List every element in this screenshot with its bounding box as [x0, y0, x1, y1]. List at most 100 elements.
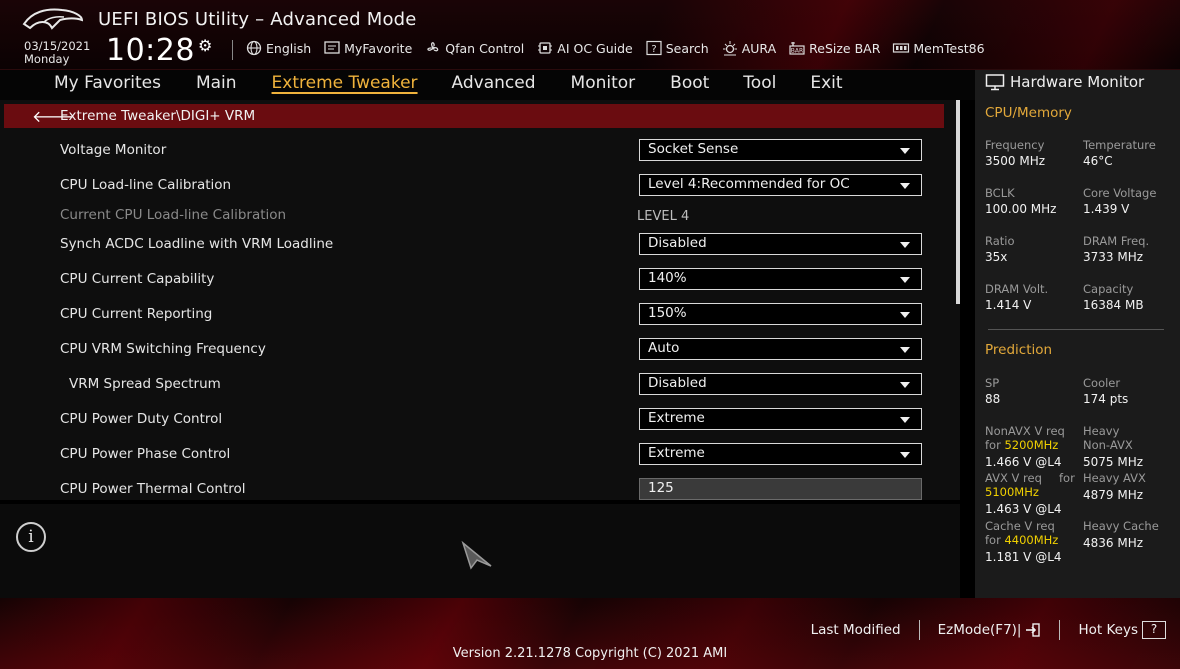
avx-frequency: 5100MHz	[985, 485, 1039, 499]
toolbar-qfan-button[interactable]: Qfan Control	[424, 40, 524, 56]
voltage-monitor-dropdown[interactable]: Socket Sense	[639, 139, 922, 161]
frequency-value: 3500 MHz	[985, 154, 1046, 168]
cache-vreq-value: 1.181 V @L4	[985, 550, 1062, 564]
heavy-avx-value: 4879 MHz	[1083, 488, 1144, 502]
power-thermal-control-input[interactable]: 125	[639, 478, 922, 500]
setting-label: CPU Power Phase Control	[60, 446, 231, 462]
settings-scrollbar[interactable]	[956, 100, 960, 304]
cpu-llc-dropdown[interactable]: Level 4:Recommended for OC	[639, 174, 922, 196]
cache-vreq-label: Cache V req	[985, 519, 1055, 533]
vrm-spread-spectrum-dropdown[interactable]: Disabled	[639, 373, 922, 395]
synch-acdc-dropdown[interactable]: Disabled	[639, 233, 922, 255]
cache-frequency: 4400MHz	[1004, 533, 1059, 547]
tab-exit[interactable]: Exit	[810, 70, 842, 100]
info-icon: i	[16, 522, 46, 552]
ezmode-label: EzMode(F7)|	[937, 622, 1022, 638]
toolbar-aura-button[interactable]: AURA	[721, 40, 776, 56]
bclk-value: 100.00 MHz	[985, 202, 1057, 216]
footer-bar: Last Modified EzMode(F7)| Hot Keys ? Ver…	[0, 598, 1180, 669]
nonavx-vreq-for-line: for 5200MHz	[985, 438, 1058, 452]
tab-extreme-tweaker[interactable]: Extreme Tweaker	[272, 70, 418, 100]
chevron-down-icon	[900, 417, 910, 423]
chevron-down-icon	[900, 382, 910, 388]
last-modified-button[interactable]: Last Modified	[793, 622, 919, 638]
breadcrumb-path: Extreme Tweaker\DIGI+ VRM	[60, 108, 256, 124]
chevron-down-icon	[900, 277, 910, 283]
back-arrow-icon[interactable]: 🡐	[32, 106, 75, 126]
cache-vreq-for-line: for 4400MHz	[985, 533, 1058, 547]
temperature-label: Temperature	[1083, 138, 1156, 152]
help-area: i	[0, 504, 960, 598]
hot-keys-label: Hot Keys	[1078, 622, 1138, 638]
toolbar-resize-bar-button[interactable]: BAR ReSize BAR	[788, 40, 880, 56]
cache-for-text: for	[985, 533, 1001, 547]
power-phase-control-dropdown[interactable]: Extreme	[639, 443, 922, 465]
toolbar-english-button[interactable]: English	[245, 40, 311, 56]
cooler-value: 174 pts	[1083, 392, 1129, 406]
breadcrumb: 🡐 Extreme Tweaker\DIGI+ VRM	[4, 104, 944, 128]
dropdown-value: Auto	[648, 340, 680, 356]
tab-boot[interactable]: Boot	[670, 70, 709, 100]
dropdown-value: Extreme	[648, 445, 705, 461]
heavy-avx-label: Heavy AVX	[1083, 471, 1146, 485]
toolbar-memtest-label: MemTest86	[913, 40, 985, 56]
dram-freq-label: DRAM Freq.	[1083, 234, 1150, 248]
tab-my-favorites[interactable]: My Favorites	[54, 70, 161, 100]
setting-label: VRM Spread Spectrum	[69, 376, 221, 392]
toolbar-aura-label: AURA	[741, 40, 777, 56]
setting-label: Synch ACDC Loadline with VRM Loadline	[60, 236, 334, 252]
toolbar-resize-bar-label: ReSize BAR	[809, 40, 881, 56]
setting-label: CPU VRM Switching Frequency	[60, 341, 266, 357]
tab-monitor[interactable]: Monitor	[571, 70, 636, 100]
setting-row-power-duty-control: CPU Power Duty Control Extreme	[0, 408, 940, 443]
dropdown-value: 140%	[648, 270, 687, 286]
heavy-cache-value: 4836 MHz	[1083, 536, 1144, 550]
dram-volt-label: DRAM Volt.	[985, 282, 1049, 296]
current-llc-value: LEVEL 4	[637, 209, 690, 224]
toolbar-memtest-button[interactable]: MemTest86	[892, 40, 985, 56]
ratio-label: Ratio	[985, 234, 1015, 248]
toolbar-qfan-label: Qfan Control	[445, 40, 525, 56]
setting-row-voltage-monitor: Voltage Monitor Socket Sense	[0, 139, 940, 174]
nonavx-for-text: for	[985, 438, 1001, 452]
setting-row-synch-acdc: Synch ACDC Loadline with VRM Loadline Di…	[0, 233, 940, 268]
clock-settings-gear-icon[interactable]: ⚙	[198, 36, 212, 55]
setting-row-vrm-spread-spectrum: VRM Spread Spectrum Disabled	[0, 373, 940, 408]
date-display: 03/15/2021 Monday	[24, 40, 90, 66]
svg-text:BAR: BAR	[791, 48, 803, 55]
hot-keys-button[interactable]: Hot Keys ?	[1060, 621, 1166, 639]
toolbar-search-button[interactable]: ? Search	[645, 40, 709, 56]
setting-row-cpu-current-capability: CPU Current Capability 140%	[0, 268, 940, 303]
toolbar-ai-oc-guide-button[interactable]: AI OC Guide	[536, 40, 633, 56]
tab-advanced[interactable]: Advanced	[452, 70, 536, 100]
cpu-current-capability-dropdown[interactable]: 140%	[639, 268, 922, 290]
tab-main[interactable]: Main	[196, 70, 237, 100]
nonavx-vreq-label: NonAVX V req	[985, 424, 1065, 438]
ezmode-button[interactable]: EzMode(F7)|	[920, 622, 1060, 638]
cooler-label: Cooler	[1083, 376, 1121, 390]
setting-row-vrm-switching-frequency: CPU VRM Switching Frequency Auto	[0, 338, 940, 373]
globe-icon	[246, 40, 262, 56]
version-text: Version 2.21.1278 Copyright (C) 2021 AMI	[452, 646, 728, 661]
sp-label: SP	[985, 376, 1000, 390]
capacity-value: 16384 MB	[1083, 298, 1144, 312]
resize-bar-icon: BAR	[789, 42, 805, 55]
cpu-current-reporting-dropdown[interactable]: 150%	[639, 303, 922, 325]
weekday-text: Monday	[24, 52, 70, 66]
help-key-icon: ?	[1142, 621, 1166, 639]
toolbar-myfavorite-button[interactable]: MyFavorite	[323, 40, 412, 56]
dram-freq-value: 3733 MHz	[1083, 250, 1144, 264]
search-icon: ?	[646, 40, 662, 56]
chevron-down-icon	[900, 183, 910, 189]
avx-vreq-label: AVX V req	[985, 471, 1042, 485]
chevron-down-icon	[900, 148, 910, 154]
favorite-icon	[324, 41, 340, 54]
heavy-nonavx-label-line2: Non-AVX	[1083, 438, 1133, 452]
hardware-monitor-title: Hardware Monitor	[985, 73, 1144, 91]
vrm-switching-frequency-dropdown[interactable]: Auto	[639, 338, 922, 360]
last-modified-label: Last Modified	[810, 622, 901, 638]
power-duty-control-dropdown[interactable]: Extreme	[639, 408, 922, 430]
heavy-nonavx-label-line1: Heavy	[1083, 424, 1120, 438]
tab-tool[interactable]: Tool	[743, 70, 776, 100]
chevron-down-icon	[900, 242, 910, 248]
